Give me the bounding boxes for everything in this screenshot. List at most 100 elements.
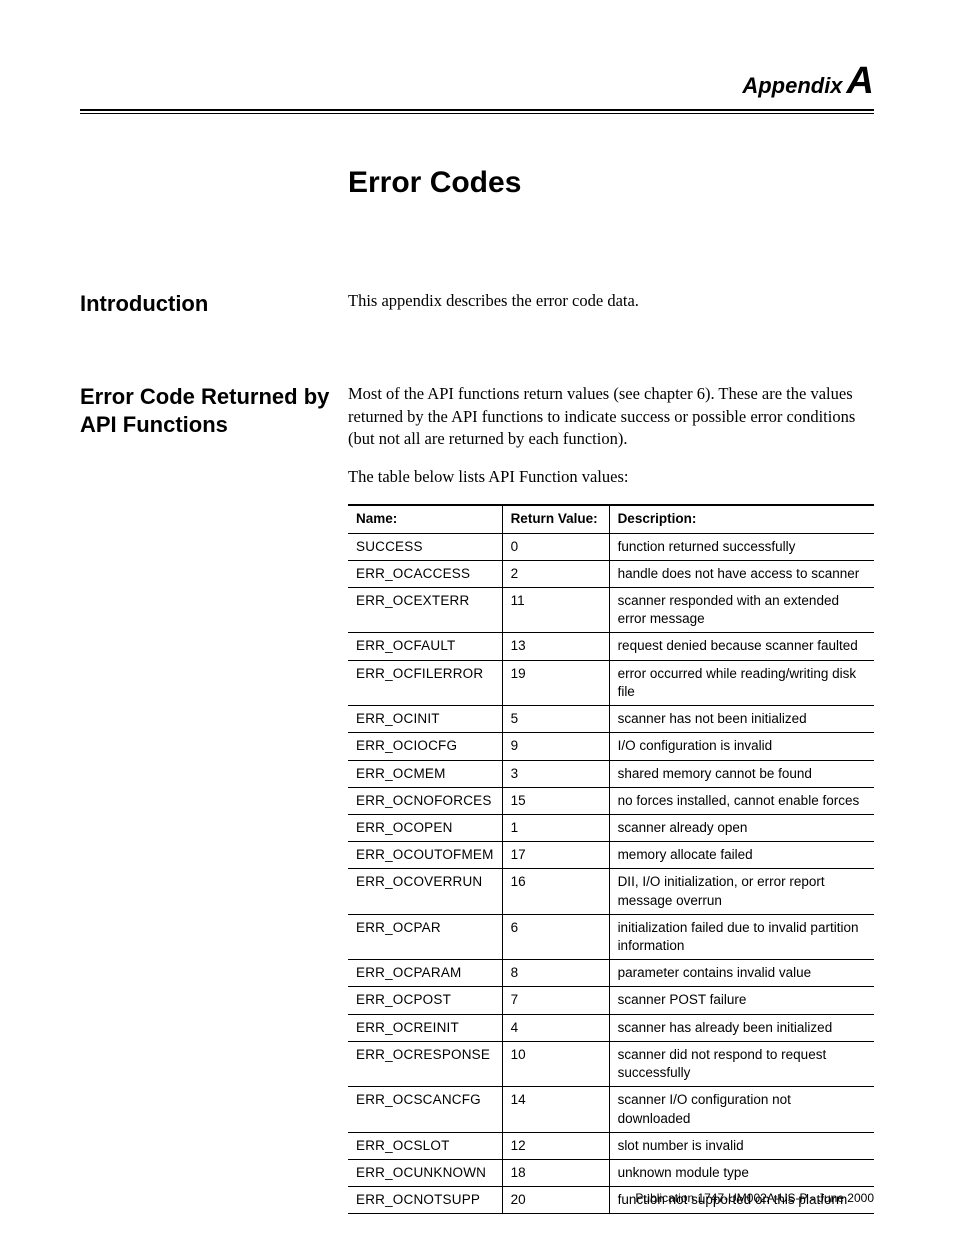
table-row: ERR_OCPOST7scanner POST failure bbox=[348, 987, 874, 1014]
cell-return-value: 11 bbox=[502, 587, 609, 632]
cell-name: ERR_OCINIT bbox=[348, 706, 502, 733]
table-row: SUCCESS0function returned successfully bbox=[348, 533, 874, 560]
cell-description: memory allocate failed bbox=[609, 842, 874, 869]
cell-description: handle does not have access to scanner bbox=[609, 560, 874, 587]
section-introduction: Introduction This appendix describes the… bbox=[80, 290, 874, 328]
cell-description: unknown module type bbox=[609, 1160, 874, 1187]
cell-description: scanner did not respond to request succe… bbox=[609, 1041, 874, 1086]
chapter-title: Error Codes bbox=[348, 166, 874, 200]
section-body-api: Most of the API functions return values … bbox=[348, 383, 874, 1214]
cell-name: ERR_OCPARAM bbox=[348, 960, 502, 987]
header-rule-thick bbox=[80, 109, 874, 111]
th-name: Name: bbox=[348, 505, 502, 533]
cell-name: ERR_OCIOCFG bbox=[348, 733, 502, 760]
cell-return-value: 4 bbox=[502, 1014, 609, 1041]
cell-return-value: 16 bbox=[502, 869, 609, 914]
error-code-table: Name: Return Value: Description: SUCCESS… bbox=[348, 504, 874, 1214]
cell-name: ERR_OCFAULT bbox=[348, 633, 502, 660]
cell-name: ERR_OCRESPONSE bbox=[348, 1041, 502, 1086]
cell-return-value: 19 bbox=[502, 660, 609, 705]
cell-return-value: 18 bbox=[502, 1160, 609, 1187]
cell-return-value: 20 bbox=[502, 1187, 609, 1214]
table-row: ERR_OCIOCFG9I/O configuration is invalid bbox=[348, 733, 874, 760]
table-row: ERR_OCSLOT12slot number is invalid bbox=[348, 1132, 874, 1159]
cell-name: ERR_OCFILERROR bbox=[348, 660, 502, 705]
table-row: ERR_OCFAULT13request denied because scan… bbox=[348, 633, 874, 660]
cell-name: SUCCESS bbox=[348, 533, 502, 560]
cell-description: parameter contains invalid value bbox=[609, 960, 874, 987]
table-row: ERR_OCPAR6initialization failed due to i… bbox=[348, 914, 874, 959]
publication-footer: Publication 1747-UM002A-US-P - June 2000 bbox=[635, 1191, 874, 1205]
cell-return-value: 14 bbox=[502, 1087, 609, 1132]
section-api-error-codes: Error Code Returned by API Functions Mos… bbox=[80, 383, 874, 1214]
cell-return-value: 7 bbox=[502, 987, 609, 1014]
cell-name: ERR_OCSCANCFG bbox=[348, 1087, 502, 1132]
table-row: ERR_OCOUTOFMEM17memory allocate failed bbox=[348, 842, 874, 869]
section-heading-introduction: Introduction bbox=[80, 290, 348, 328]
api-paragraph-1: Most of the API functions return values … bbox=[348, 383, 874, 450]
cell-return-value: 8 bbox=[502, 960, 609, 987]
intro-paragraph: This appendix describes the error code d… bbox=[348, 290, 874, 312]
cell-description: function returned successfully bbox=[609, 533, 874, 560]
appendix-header: AppendixA bbox=[80, 60, 874, 103]
table-row: ERR_OCRESPONSE10scanner did not respond … bbox=[348, 1041, 874, 1086]
cell-return-value: 10 bbox=[502, 1041, 609, 1086]
table-row: ERR_OCNOFORCES15no forces installed, can… bbox=[348, 787, 874, 814]
cell-description: slot number is invalid bbox=[609, 1132, 874, 1159]
cell-name: ERR_OCOUTOFMEM bbox=[348, 842, 502, 869]
table-body: SUCCESS0function returned successfullyER… bbox=[348, 533, 874, 1214]
table-row: ERR_OCEXTERR11scanner responded with an … bbox=[348, 587, 874, 632]
header-rule-thin bbox=[80, 113, 874, 114]
table-row: ERR_OCINIT5scanner has not been initiali… bbox=[348, 706, 874, 733]
cell-description: scanner has not been initialized bbox=[609, 706, 874, 733]
appendix-letter: A bbox=[847, 60, 874, 102]
cell-return-value: 15 bbox=[502, 787, 609, 814]
cell-return-value: 3 bbox=[502, 760, 609, 787]
cell-name: ERR_OCNOTSUPP bbox=[348, 1187, 502, 1214]
cell-return-value: 5 bbox=[502, 706, 609, 733]
cell-description: scanner already open bbox=[609, 814, 874, 841]
cell-description: no forces installed, cannot enable force… bbox=[609, 787, 874, 814]
table-row: ERR_OCMEM3shared memory cannot be found bbox=[348, 760, 874, 787]
cell-description: DII, I/O initialization, or error report… bbox=[609, 869, 874, 914]
table-row: ERR_OCACCESS2handle does not have access… bbox=[348, 560, 874, 587]
table-row: ERR_OCPARAM8parameter contains invalid v… bbox=[348, 960, 874, 987]
table-row: ERR_OCOPEN1scanner already open bbox=[348, 814, 874, 841]
cell-return-value: 13 bbox=[502, 633, 609, 660]
cell-description: scanner responded with an extended error… bbox=[609, 587, 874, 632]
cell-description: shared memory cannot be found bbox=[609, 760, 874, 787]
cell-name: ERR_OCOPEN bbox=[348, 814, 502, 841]
cell-return-value: 9 bbox=[502, 733, 609, 760]
cell-name: ERR_OCUNKNOWN bbox=[348, 1160, 502, 1187]
cell-description: I/O configuration is invalid bbox=[609, 733, 874, 760]
cell-description: request denied because scanner faulted bbox=[609, 633, 874, 660]
cell-description: scanner has already been initialized bbox=[609, 1014, 874, 1041]
table-row: ERR_OCFILERROR19error occurred while rea… bbox=[348, 660, 874, 705]
cell-return-value: 1 bbox=[502, 814, 609, 841]
cell-name: ERR_OCNOFORCES bbox=[348, 787, 502, 814]
cell-name: ERR_OCPOST bbox=[348, 987, 502, 1014]
api-paragraph-2: The table below lists API Function value… bbox=[348, 466, 874, 488]
table-row: ERR_OCUNKNOWN18unknown module type bbox=[348, 1160, 874, 1187]
appendix-word: Appendix bbox=[742, 73, 842, 98]
table-row: ERR_OCREINIT4scanner has already been in… bbox=[348, 1014, 874, 1041]
th-description: Description: bbox=[609, 505, 874, 533]
cell-name: ERR_OCREINIT bbox=[348, 1014, 502, 1041]
cell-name: ERR_OCACCESS bbox=[348, 560, 502, 587]
cell-name: ERR_OCPAR bbox=[348, 914, 502, 959]
cell-description: scanner I/O configuration not downloaded bbox=[609, 1087, 874, 1132]
section-heading-api: Error Code Returned by API Functions bbox=[80, 383, 348, 1214]
cell-name: ERR_OCMEM bbox=[348, 760, 502, 787]
cell-name: ERR_OCOVERRUN bbox=[348, 869, 502, 914]
table-header-row: Name: Return Value: Description: bbox=[348, 505, 874, 533]
page: AppendixA Error Codes Introduction This … bbox=[0, 0, 954, 1235]
cell-description: initialization failed due to invalid par… bbox=[609, 914, 874, 959]
th-return-value: Return Value: bbox=[502, 505, 609, 533]
cell-description: error occurred while reading/writing dis… bbox=[609, 660, 874, 705]
cell-return-value: 2 bbox=[502, 560, 609, 587]
cell-return-value: 6 bbox=[502, 914, 609, 959]
cell-description: scanner POST failure bbox=[609, 987, 874, 1014]
cell-name: ERR_OCSLOT bbox=[348, 1132, 502, 1159]
cell-name: ERR_OCEXTERR bbox=[348, 587, 502, 632]
section-body-introduction: This appendix describes the error code d… bbox=[348, 290, 874, 328]
